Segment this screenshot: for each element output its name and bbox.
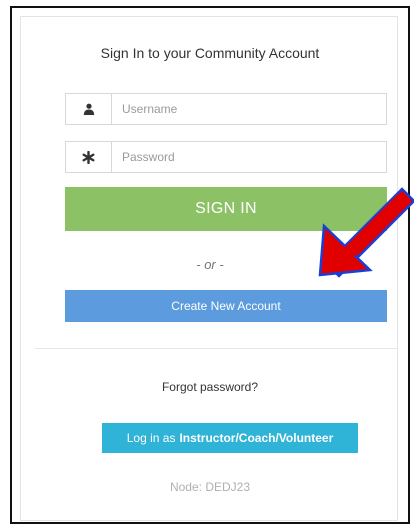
username-input[interactable]: [122, 94, 372, 124]
forgot-password-link[interactable]: Forgot password?: [21, 380, 399, 394]
password-input[interactable]: [122, 142, 372, 172]
login-title: Sign In to your Community Account: [100, 45, 320, 61]
password-field[interactable]: [65, 141, 387, 173]
instructor-login-prefix: Log in as: [126, 431, 176, 445]
instructor-login-role: Instructor/Coach/Volunteer: [179, 431, 334, 445]
red-arrow-icon: [318, 187, 414, 278]
section-divider: [35, 348, 397, 349]
instructor-login-button[interactable]: Log in as Instructor/Coach/Volunteer: [102, 423, 358, 453]
user-icon: [66, 94, 112, 124]
create-account-button[interactable]: Create New Account: [65, 290, 387, 322]
asterisk-icon: [66, 142, 112, 172]
username-field[interactable]: [65, 93, 387, 125]
node-label: Node: DEDJ23: [169, 480, 251, 494]
